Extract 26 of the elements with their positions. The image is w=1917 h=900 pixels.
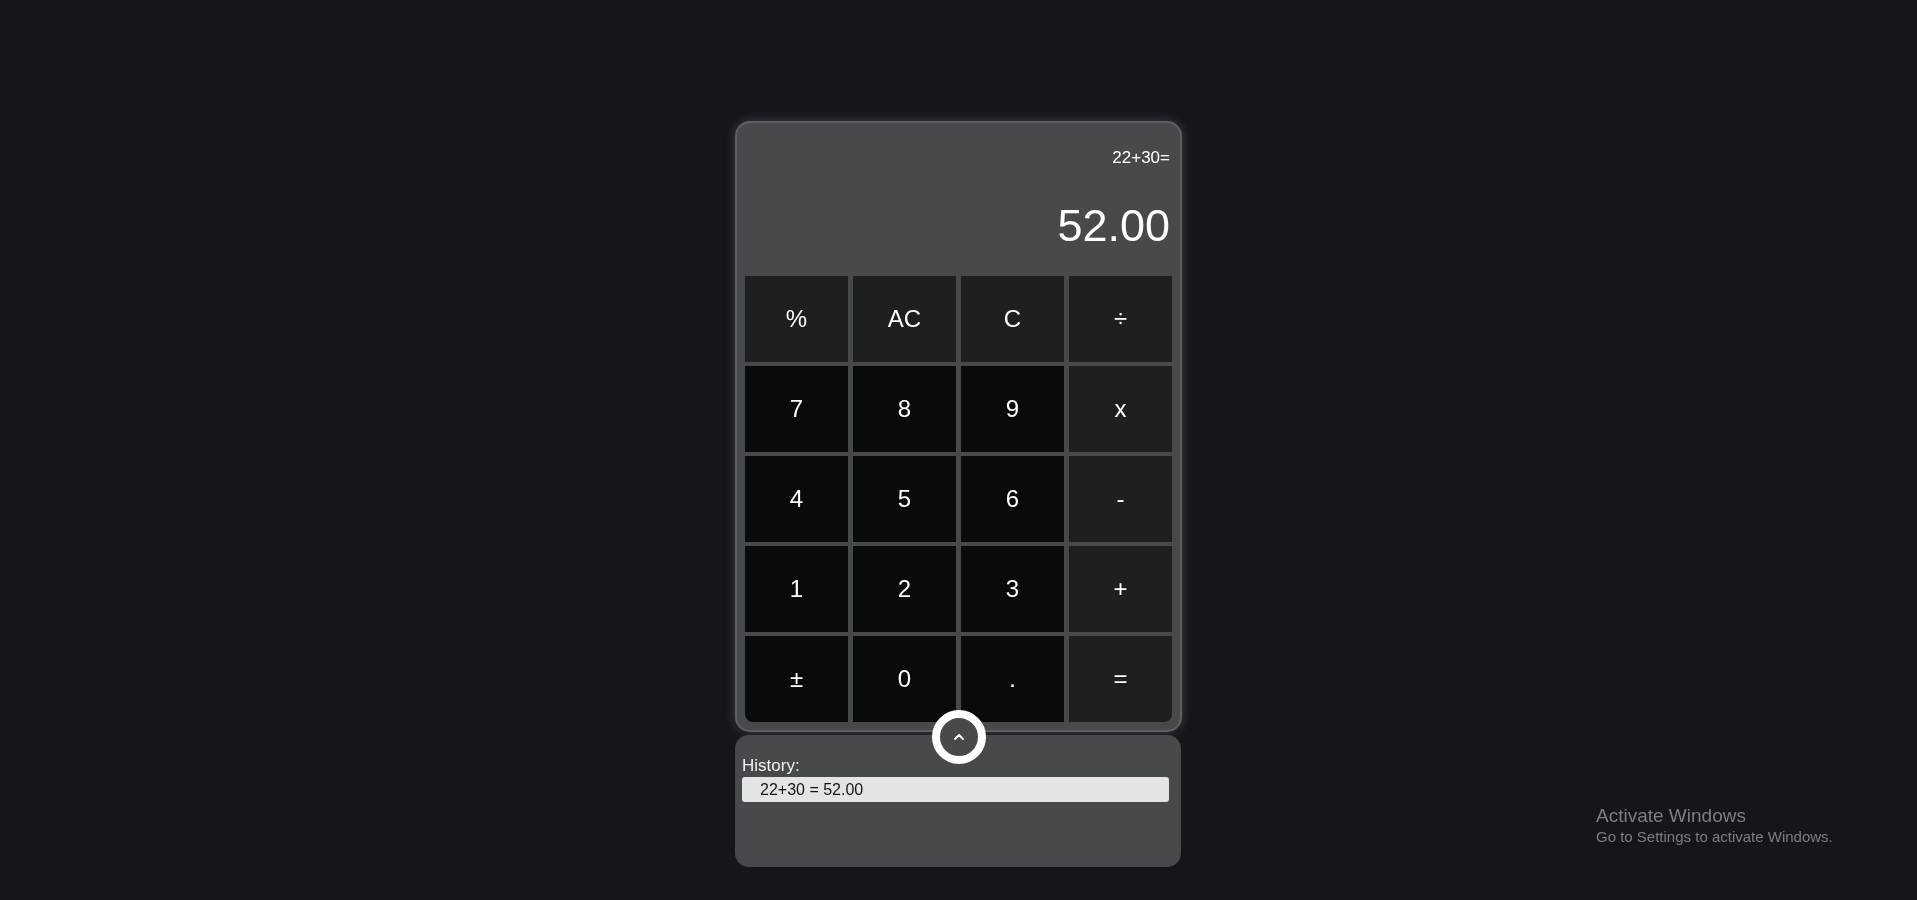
calculator-key[interactable]: - <box>1069 456 1172 542</box>
calculator-key[interactable]: C <box>961 276 1064 362</box>
calculator-key[interactable]: 9 <box>961 366 1064 452</box>
calculator-key[interactable]: ± <box>745 636 848 722</box>
history-entry: 22+30 = 52.00 <box>742 777 1169 802</box>
calculator-key[interactable]: 4 <box>745 456 848 542</box>
calculator-key[interactable]: 6 <box>961 456 1064 542</box>
calculator-key[interactable]: ÷ <box>1069 276 1172 362</box>
calculator-key[interactable]: = <box>1069 636 1172 722</box>
calculator-key[interactable]: 7 <box>745 366 848 452</box>
activation-notice-text: Go to Settings to activate Windows. <box>1596 827 1833 847</box>
activation-notice-title: Activate Windows <box>1596 804 1747 827</box>
calculator-key[interactable]: x <box>1069 366 1172 452</box>
calculator-key[interactable]: 0 <box>853 636 956 722</box>
result-display: 52.00 <box>1057 199 1170 253</box>
calculator-key[interactable]: % <box>745 276 848 362</box>
calculator-key[interactable]: 1 <box>745 546 848 632</box>
calculator-key[interactable]: 5 <box>853 456 956 542</box>
calculator-key[interactable]: 8 <box>853 366 956 452</box>
calculator-key[interactable]: + <box>1069 546 1172 632</box>
calculator-key[interactable]: 2 <box>853 546 956 632</box>
calculator-key[interactable]: AC <box>853 276 956 362</box>
calculator-key[interactable]: . <box>961 636 1064 722</box>
history-label: History: <box>742 755 800 777</box>
expression-text: 22+30= <box>1112 147 1170 169</box>
calculator-key[interactable]: 3 <box>961 546 1064 632</box>
